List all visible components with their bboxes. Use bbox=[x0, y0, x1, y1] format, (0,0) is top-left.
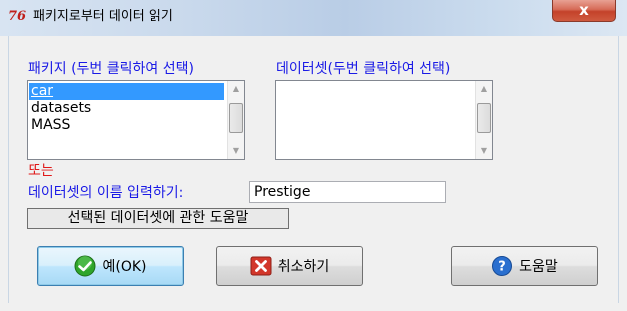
window-title: 패키지로부터 데이터 읽기 bbox=[33, 9, 173, 24]
datasets-scroll-thumb[interactable] bbox=[477, 103, 491, 133]
package-item-mass[interactable]: MASS bbox=[29, 117, 224, 134]
cancel-button[interactable]: 취소하기 bbox=[216, 246, 363, 286]
ok-button[interactable]: 예(OK) bbox=[37, 246, 184, 286]
title-bar[interactable]: 76 패키지로부터 데이터 읽기 x bbox=[0, 0, 627, 36]
datasets-label: 데이터셋(두번 클릭하여 선택) bbox=[276, 61, 451, 77]
help-selected-dataset-button[interactable]: 선택된 데이터셋에 관한 도움말 bbox=[27, 208, 289, 229]
ok-button-label: 예(OK) bbox=[102, 259, 147, 275]
scroll-down-arrow-icon[interactable]: ▼ bbox=[228, 143, 244, 159]
packages-scrollbar[interactable]: ▲ ▼ bbox=[227, 81, 244, 159]
cancel-button-label: 취소하기 bbox=[277, 259, 330, 275]
datasets-scrollbar[interactable]: ▲ ▼ bbox=[475, 81, 492, 159]
package-item-datasets[interactable]: datasets bbox=[29, 100, 224, 117]
svg-text:?: ? bbox=[498, 260, 506, 275]
scroll-up-arrow-icon[interactable]: ▲ bbox=[228, 81, 244, 97]
packages-listbox[interactable]: car datasets MASS ▲ ▼ bbox=[27, 80, 245, 160]
packages-scroll-thumb[interactable] bbox=[229, 103, 243, 133]
scroll-up-arrow-icon[interactable]: ▲ bbox=[476, 81, 492, 97]
close-button[interactable]: x bbox=[552, 0, 616, 22]
or-label: 또는 bbox=[28, 163, 54, 179]
packages-label: 패키지 (두번 클릭하여 선택) bbox=[28, 61, 194, 77]
dialog-window: 76 패키지로부터 데이터 읽기 x 패키지 (두번 클릭하여 선택) car … bbox=[0, 0, 627, 311]
help-button-label: 도움말 bbox=[519, 259, 558, 275]
check-circle-icon bbox=[74, 255, 96, 277]
package-item-car[interactable]: car bbox=[29, 83, 224, 100]
dialog-body: 패키지 (두번 클릭하여 선택) car datasets MASS ▲ ▼ 데… bbox=[8, 36, 619, 303]
app-icon: 76 bbox=[8, 9, 27, 24]
question-circle-icon: ? bbox=[492, 256, 513, 276]
dataset-name-input[interactable]: Prestige bbox=[249, 181, 446, 203]
dataset-name-label: 데이터셋의 이름 입력하기: bbox=[28, 185, 184, 201]
help-button[interactable]: ? 도움말 bbox=[451, 246, 598, 286]
scroll-down-arrow-icon[interactable]: ▼ bbox=[476, 143, 492, 159]
x-box-icon bbox=[250, 256, 272, 276]
close-icon: x bbox=[579, 1, 589, 19]
datasets-listbox[interactable]: ▲ ▼ bbox=[275, 80, 493, 160]
